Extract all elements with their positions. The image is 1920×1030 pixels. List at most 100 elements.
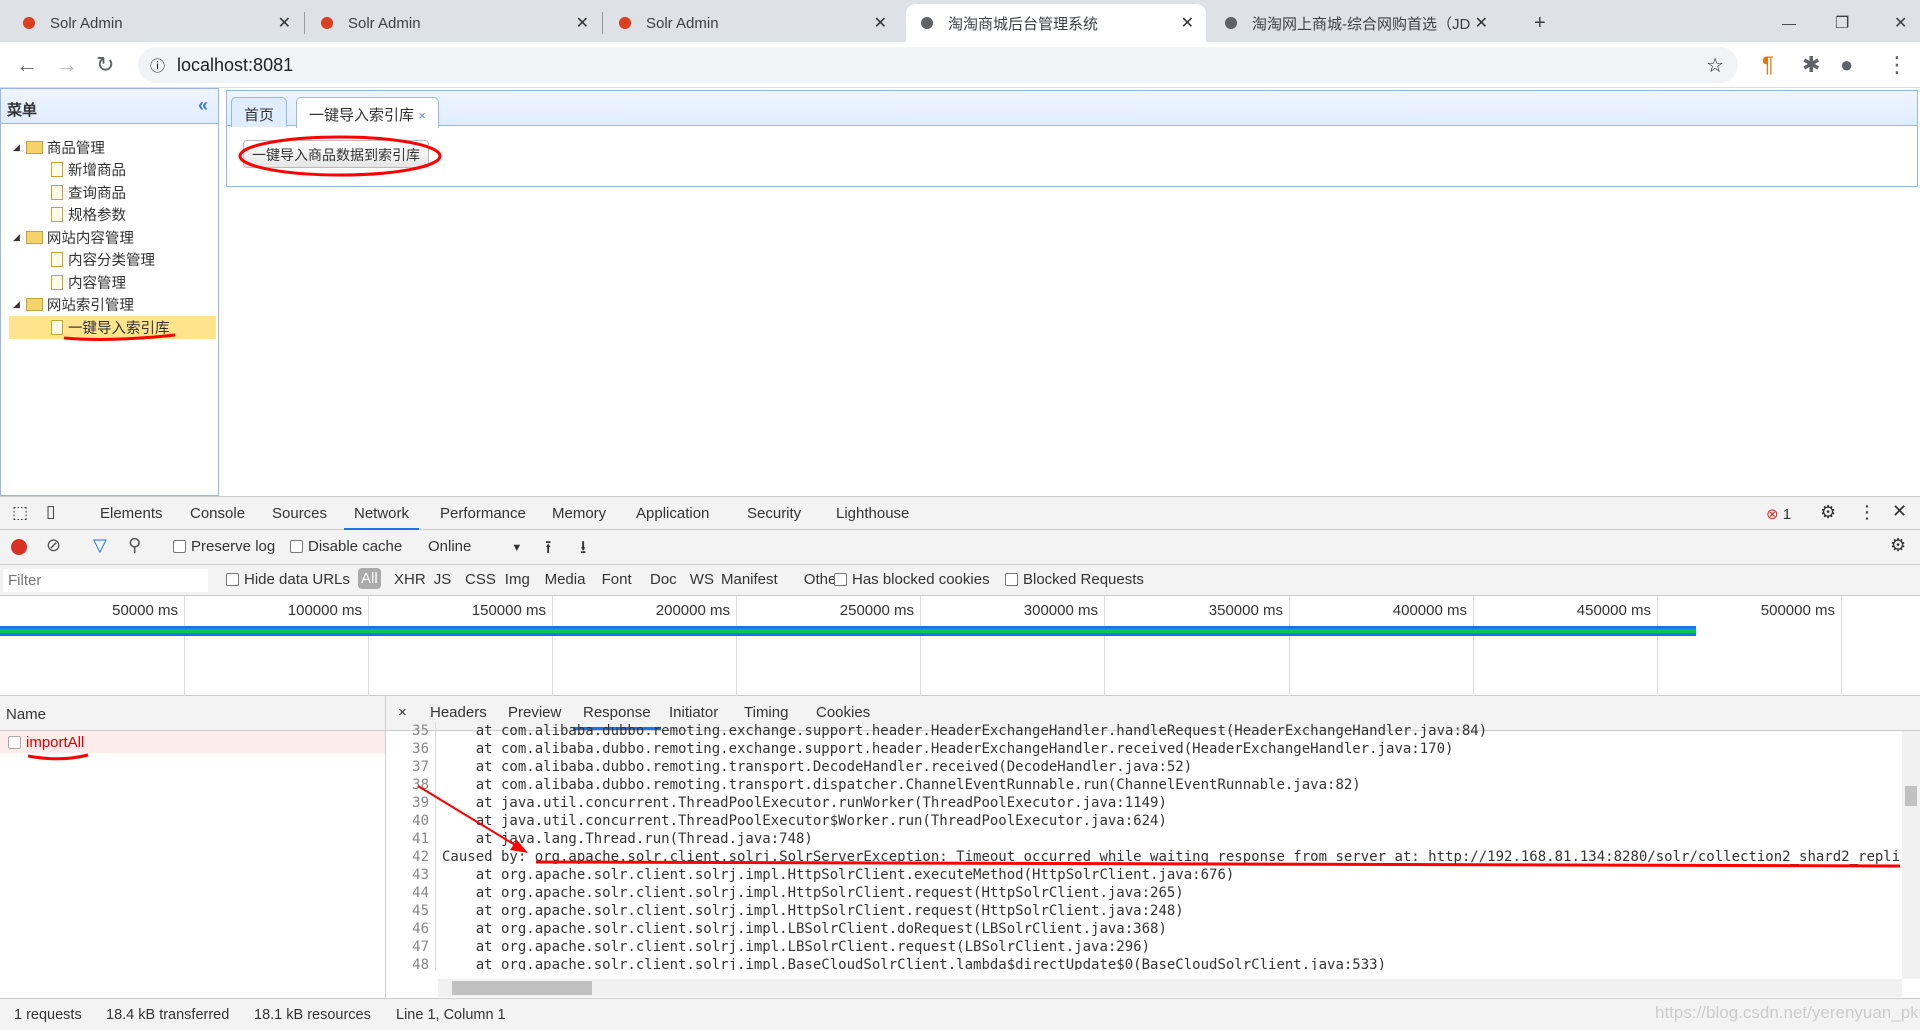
- collapse-icon[interactable]: «: [198, 95, 208, 116]
- close-detail-icon[interactable]: ×: [398, 704, 407, 721]
- maximize-icon[interactable]: ❐: [1823, 4, 1861, 42]
- back-icon[interactable]: ←: [16, 52, 38, 78]
- devtools-tab-sources[interactable]: Sources: [272, 505, 327, 522]
- solr-icon: [20, 14, 38, 32]
- devtools-tab-memory[interactable]: Memory: [552, 505, 606, 522]
- url-input[interactable]: ⓘ localhost:8081 ☆: [138, 47, 1738, 83]
- record-icon[interactable]: [11, 539, 27, 555]
- inspect-icon[interactable]: ⬚: [12, 503, 28, 523]
- throttle-select[interactable]: Online ▼: [428, 538, 522, 555]
- close-icon[interactable]: ×: [418, 108, 426, 123]
- close-tab-icon[interactable]: ✕: [1181, 13, 1194, 33]
- more-icon[interactable]: ⋮: [1858, 502, 1876, 523]
- tree-item[interactable]: 一键导入索引库: [9, 316, 216, 339]
- tree-item[interactable]: ◢ 网站内容管理: [1, 226, 218, 249]
- browser-tab[interactable]: 淘淘商城后台管理系统 ✕: [906, 4, 1206, 42]
- devtools-tab-network[interactable]: Network: [344, 505, 420, 531]
- extensions-puzzle-icon[interactable]: ✱: [1802, 52, 1820, 78]
- blocked-requests-checkbox[interactable]: Blocked Requests: [1005, 571, 1144, 588]
- export-har-icon[interactable]: ⭳: [580, 535, 586, 565]
- profile-icon[interactable]: ●: [1840, 52, 1853, 78]
- browser-tab[interactable]: Solr Admin ✕: [306, 4, 601, 42]
- search-icon[interactable]: ⚲: [128, 535, 141, 556]
- tree-item[interactable]: 查询商品: [1, 181, 218, 204]
- detail-tab-initiator[interactable]: Initiator: [669, 704, 718, 721]
- tab-import-index[interactable]: 一键导入索引库 ×: [296, 97, 439, 128]
- browser-tab[interactable]: Solr Admin ✕: [8, 4, 303, 42]
- bookmark-star-icon[interactable]: ☆: [1706, 53, 1724, 78]
- filter-icon[interactable]: ▽: [93, 535, 107, 556]
- minimize-icon[interactable]: —: [1770, 4, 1808, 42]
- vertical-scrollbar[interactable]: [1902, 731, 1920, 979]
- tree-item[interactable]: 规格参数: [1, 204, 218, 227]
- browser-tab[interactable]: Solr Admin ✕: [604, 4, 899, 42]
- devtools-tab-console[interactable]: Console: [190, 505, 245, 522]
- type-filter-doc[interactable]: Doc: [650, 571, 677, 588]
- tree-item[interactable]: 新增商品: [1, 159, 218, 182]
- close-tab-icon[interactable]: ✕: [1475, 13, 1488, 33]
- page-tabs: 首页 一键导入索引库 ×: [226, 90, 1918, 128]
- devtools-tab-application[interactable]: Application: [636, 505, 709, 522]
- devtools-tab-lighthouse[interactable]: Lighthouse: [836, 505, 909, 522]
- type-filter-ws[interactable]: WS: [690, 571, 714, 588]
- code-line: 48 at org.apache.solr.client.solrj.impl.…: [388, 956, 1900, 970]
- type-filter-media[interactable]: Media: [545, 571, 586, 588]
- request-waterfall-bar[interactable]: [0, 626, 1696, 636]
- main-panel: 首页 一键导入索引库 × 一键导入商品数据到索引库: [226, 88, 1920, 496]
- detail-tab-cookies[interactable]: Cookies: [816, 704, 870, 721]
- close-window-icon[interactable]: ✕: [1882, 4, 1919, 42]
- timeline-tick: 450000 ms: [1576, 602, 1651, 619]
- type-filter-manifest[interactable]: Manifest: [721, 571, 778, 588]
- extension-icon[interactable]: ¶: [1762, 52, 1774, 78]
- network-settings-icon[interactable]: ⚙: [1890, 535, 1906, 556]
- close-devtools-icon[interactable]: ✕: [1892, 501, 1907, 522]
- tree-item[interactable]: ◢ 商品管理: [1, 136, 218, 159]
- device-toggle-icon[interactable]: ▯: [46, 502, 55, 522]
- has-blocked-cookies-checkbox[interactable]: Has blocked cookies: [834, 571, 990, 588]
- expand-triangle-icon[interactable]: ◢: [13, 232, 20, 243]
- filter-bar: Hide data URLs All XHR JS CSS Img Media Font Do…: [0, 565, 1920, 596]
- code-line: 35 at com.alibaba.dubbo.remoting.exchang…: [388, 722, 1900, 740]
- info-icon[interactable]: ⓘ: [150, 55, 165, 76]
- settings-icon[interactable]: ⚙: [1820, 502, 1836, 523]
- timeline-tick: 250000 ms: [839, 602, 914, 619]
- new-tab-icon[interactable]: +: [1522, 4, 1558, 42]
- forward-icon[interactable]: →: [56, 52, 78, 78]
- error-icon[interactable]: ⊗ 1: [1766, 505, 1791, 523]
- devtools-tab-security[interactable]: Security: [747, 505, 801, 522]
- import-all-button[interactable]: 一键导入商品数据到索引库: [243, 140, 429, 168]
- browser-tab[interactable]: 淘淘网上商城-综合网购首选（JD ✕: [1210, 4, 1500, 42]
- detail-tab-preview[interactable]: Preview: [508, 704, 561, 721]
- tree-item[interactable]: ◢ 网站索引管理: [1, 294, 218, 317]
- reload-icon[interactable]: ↻: [96, 52, 114, 78]
- expand-triangle-icon[interactable]: ◢: [13, 142, 20, 153]
- close-tab-icon[interactable]: ✕: [278, 13, 291, 33]
- name-column-header[interactable]: Name: [6, 706, 46, 723]
- network-overview-timeline[interactable]: 50000 ms 100000 ms 150000 ms 200000 ms 25000…: [0, 596, 1920, 696]
- type-filter-xhr[interactable]: XHR: [394, 571, 426, 588]
- close-tab-icon[interactable]: ✕: [576, 13, 589, 33]
- type-filter-font[interactable]: Font: [602, 571, 632, 588]
- import-har-icon[interactable]: ⭱: [545, 535, 551, 565]
- type-filter-img[interactable]: Img: [505, 571, 530, 588]
- expand-triangle-icon[interactable]: ◢: [13, 299, 20, 310]
- tree-item[interactable]: 内容管理: [1, 271, 218, 294]
- hide-data-urls-checkbox[interactable]: Hide data URLs: [226, 571, 350, 588]
- type-filter-js[interactable]: JS: [434, 571, 452, 588]
- detail-tab-headers[interactable]: Headers: [430, 704, 487, 721]
- tab-home[interactable]: 首页: [231, 97, 288, 127]
- filter-input[interactable]: [3, 569, 208, 592]
- request-row[interactable]: importAll: [0, 731, 385, 753]
- menu-icon[interactable]: ⋮: [1886, 52, 1908, 78]
- tree-item[interactable]: 内容分类管理: [1, 249, 218, 272]
- detail-tab-timing[interactable]: Timing: [744, 704, 788, 721]
- devtools-tab-elements[interactable]: Elements: [100, 505, 163, 522]
- close-tab-icon[interactable]: ✕: [874, 13, 887, 33]
- disable-cache-checkbox[interactable]: Disable cache: [290, 538, 402, 555]
- type-filter-all[interactable]: All: [358, 568, 381, 589]
- horizontal-scrollbar[interactable]: [438, 979, 1902, 997]
- preserve-log-checkbox[interactable]: Preserve log: [173, 538, 275, 555]
- type-filter-css[interactable]: CSS: [465, 571, 496, 588]
- clear-icon[interactable]: ⊘: [46, 535, 61, 556]
- devtools-tab-performance[interactable]: Performance: [440, 505, 526, 522]
